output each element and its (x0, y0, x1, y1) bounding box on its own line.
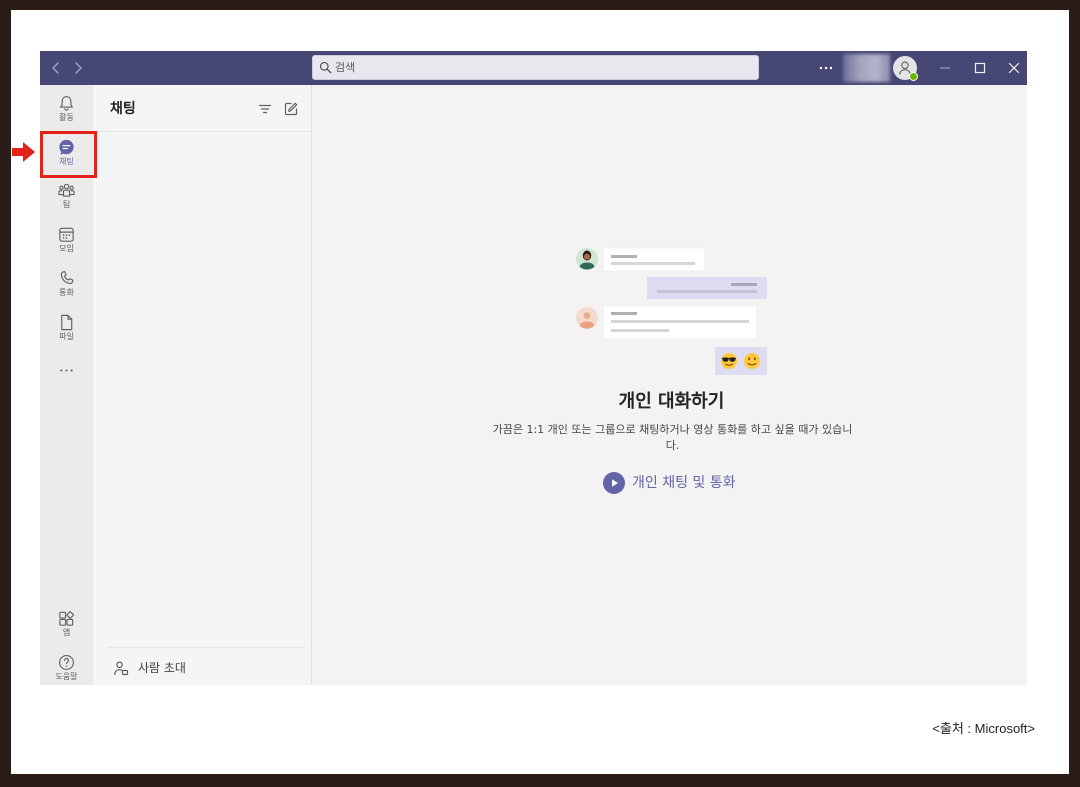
teams-icon (58, 183, 75, 197)
forward-button[interactable] (68, 51, 88, 85)
person-add-icon (114, 661, 129, 676)
chat-illustration (576, 247, 767, 375)
filter-icon[interactable] (257, 101, 273, 117)
rail-item-apps[interactable]: 앱 (40, 609, 93, 639)
maximize-icon (974, 62, 986, 74)
highlight-box (40, 131, 97, 178)
rail-item-calls[interactable]: 통화 (40, 269, 93, 299)
illustration-bubble-emoji (715, 347, 767, 375)
compose-icon[interactable] (283, 101, 299, 117)
rail-item-help[interactable]: 도움말 (40, 653, 93, 683)
back-button[interactable] (46, 51, 66, 85)
private-chat-calls-link[interactable]: 개인 채팅 및 통화 (603, 472, 803, 494)
title-bar (40, 51, 1027, 85)
rail-item-label: 팀 (62, 199, 71, 209)
search-input[interactable] (335, 56, 745, 79)
illustration-avatar-1 (576, 248, 598, 270)
invite-people-label: 사람 초대 (138, 661, 186, 675)
chevron-left-icon (52, 62, 59, 74)
illustration-bubble-outgoing-1 (647, 277, 767, 299)
rail-item-label: 도움말 (55, 671, 78, 681)
minimize-button[interactable] (935, 51, 955, 85)
teams-window: 활동 채팅 팀 (40, 51, 1027, 685)
chat-main-area: 개인 대화하기 가끔은 1:1 개인 또는 그룹으로 채팅하거나 영상 통화를 … (312, 85, 1027, 685)
minimize-icon (940, 67, 950, 69)
rail-item-calendar[interactable]: 모임 (40, 225, 93, 255)
rail-item-label: 앱 (62, 627, 71, 637)
more-icon (819, 66, 833, 70)
rail-item-files[interactable]: 파일 (40, 313, 93, 343)
apps-icon (59, 610, 74, 626)
close-button[interactable] (1004, 51, 1024, 85)
source-caption: <출처 : Microsoft> (932, 721, 1035, 736)
profile-avatar[interactable] (893, 56, 918, 81)
sunglasses-face-icon (721, 353, 737, 369)
chevron-right-icon (75, 62, 82, 74)
illustration-avatar-2 (576, 307, 598, 329)
rail-item-label: 파일 (59, 331, 74, 341)
maximize-button[interactable] (970, 51, 990, 85)
rail-item-teams[interactable]: 팀 (40, 181, 93, 211)
file-icon (61, 314, 73, 330)
empty-state-description: 가끔은 1:1 개인 또는 그룹으로 채팅하거나 영상 통화를 하고 싶을 때가… (492, 423, 853, 452)
rail-item-label: 활동 (59, 112, 74, 122)
illustration-bubble-incoming-1 (602, 247, 706, 272)
chat-list-pane: 채팅 사람 초대 (93, 85, 312, 685)
close-icon (1008, 62, 1020, 74)
more-options-button[interactable] (816, 51, 836, 85)
help-icon (58, 654, 75, 670)
more-icon[interactable] (57, 361, 76, 380)
rail-item-label: 모임 (59, 243, 74, 253)
search-box[interactable] (312, 55, 759, 80)
rail-item-label: 통화 (59, 287, 74, 297)
user-name-blurred (843, 54, 890, 82)
empty-state-title: 개인 대화하기 (618, 391, 725, 412)
red-arrow-icon (12, 142, 35, 162)
chat-list-footer-divider (107, 647, 305, 648)
illustration-bubble-incoming-2 (602, 305, 758, 340)
search-icon (319, 61, 332, 74)
presence-status-badge (909, 72, 918, 81)
chat-list-header-divider (93, 131, 311, 132)
phone-icon (60, 270, 74, 284)
play-icon (603, 472, 625, 494)
smiling-face-icon (744, 353, 760, 369)
calendar-icon (59, 227, 74, 242)
private-chat-calls-label: 개인 채팅 및 통화 (632, 475, 736, 491)
chat-list-title: 채팅 (110, 101, 136, 117)
rail-item-activity[interactable]: 활동 (40, 94, 93, 124)
bell-icon (60, 95, 73, 111)
invite-people-button[interactable]: 사람 초대 (107, 657, 305, 679)
